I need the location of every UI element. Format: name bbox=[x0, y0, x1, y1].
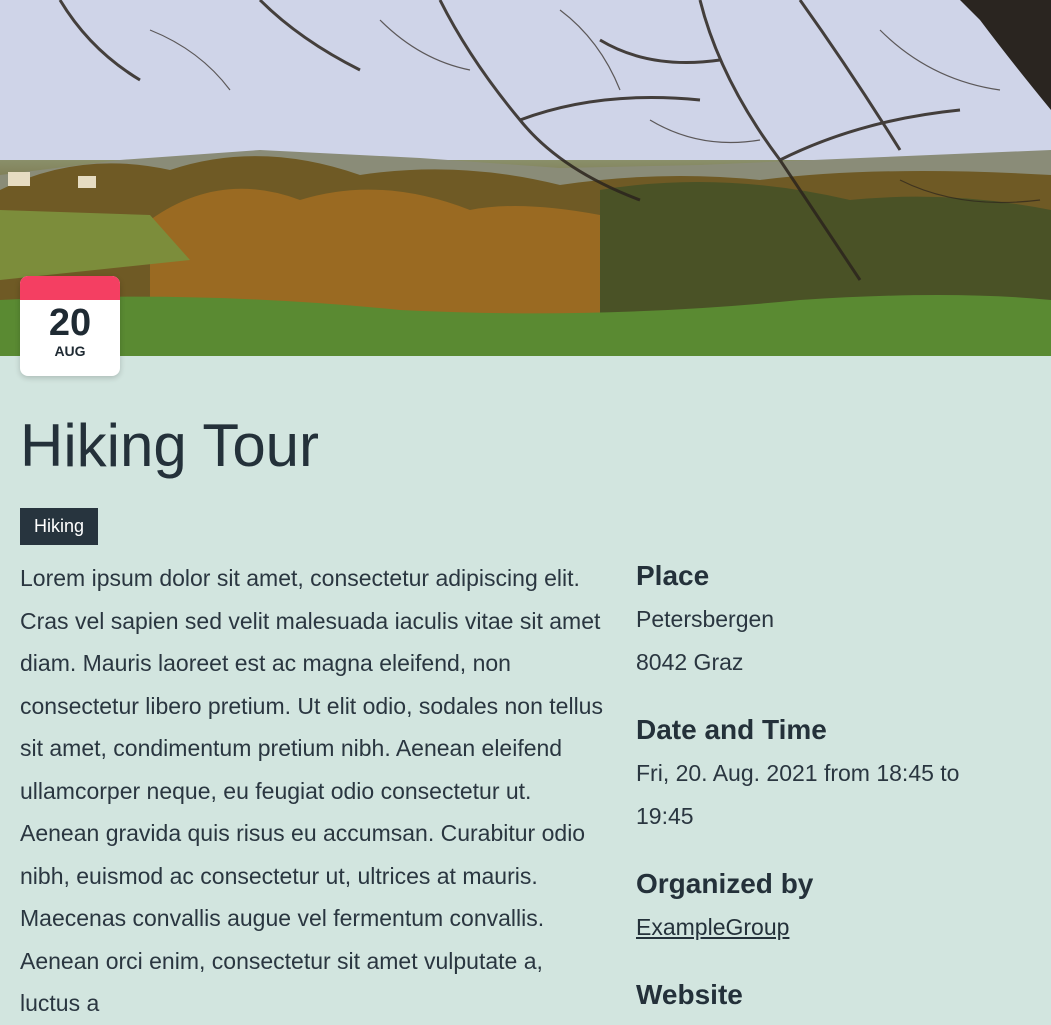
datetime-heading: Date and Time bbox=[636, 714, 827, 745]
website-section: Website bbox=[636, 973, 743, 1017]
website-heading: Website bbox=[636, 979, 743, 1010]
place-section: Place Petersbergen 8042 Graz bbox=[636, 554, 774, 683]
datetime-value: Fri, 20. Aug. 2021 from 18:45 to 19:45 bbox=[636, 760, 960, 829]
event-title: Hiking Tour bbox=[20, 412, 320, 479]
place-line-2: 8042 Graz bbox=[636, 648, 744, 675]
date-badge-accent bbox=[20, 276, 120, 300]
hero-image bbox=[0, 0, 1051, 356]
category-tag[interactable]: Hiking bbox=[20, 508, 99, 545]
organizer-section: Organized by ExampleGroup bbox=[636, 862, 813, 949]
organizer-link[interactable]: ExampleGroup bbox=[636, 914, 789, 940]
place-heading: Place bbox=[636, 560, 710, 591]
landscape-illustration bbox=[0, 0, 1051, 356]
date-month: AUG bbox=[54, 343, 86, 359]
organizer-heading: Organized by bbox=[636, 868, 814, 899]
date-badge: 20 AUG bbox=[20, 276, 120, 376]
datetime-section: Date and Time Fri, 20. Aug. 2021 from 18… bbox=[636, 708, 996, 837]
place-line-1: Petersbergen bbox=[636, 606, 775, 632]
event-description: Lorem ipsum dolor sit amet, consectetur … bbox=[20, 565, 603, 1016]
date-day: 20 bbox=[48, 302, 92, 344]
